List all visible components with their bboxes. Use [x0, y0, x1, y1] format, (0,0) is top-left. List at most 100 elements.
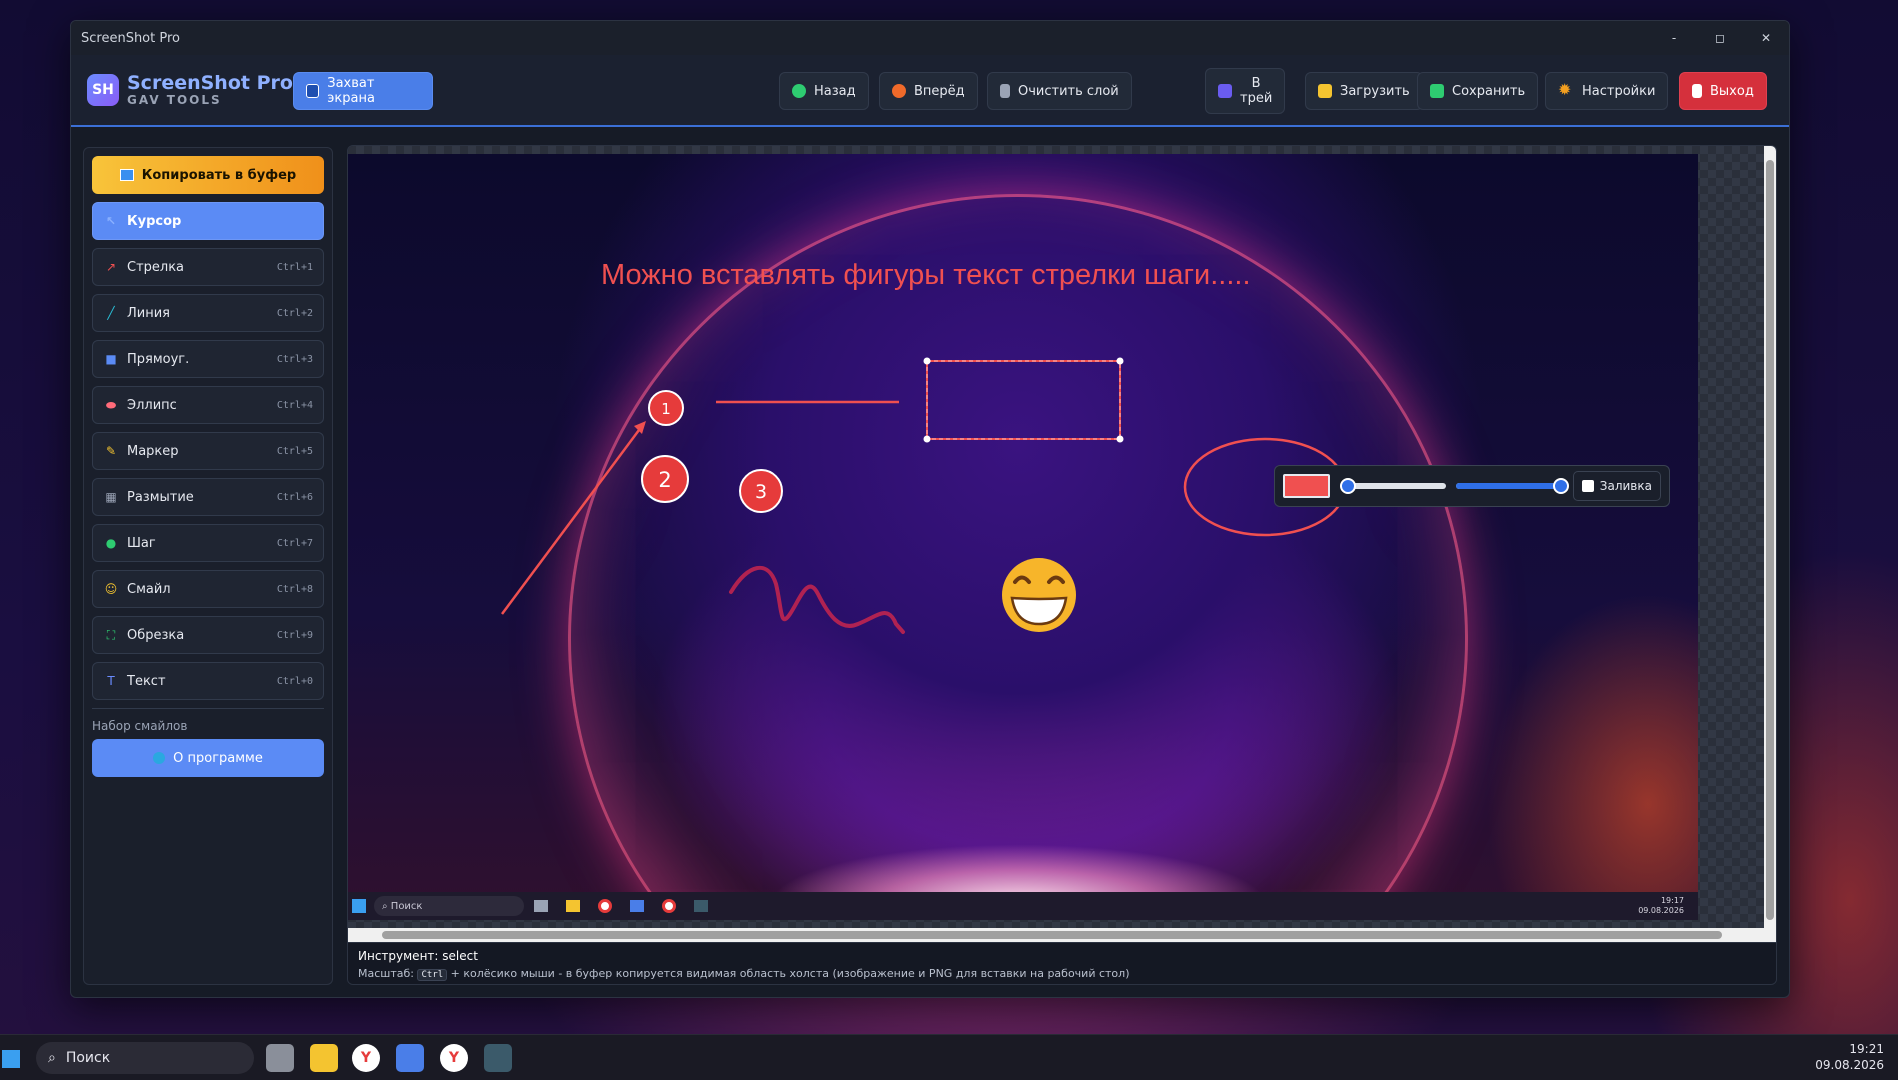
marker-stroke[interactable]	[729, 565, 905, 634]
exit-button[interactable]: Выход	[1679, 72, 1767, 110]
emoji-set-title: Набор смайлов	[92, 719, 188, 733]
annotation-rectangle[interactable]	[926, 360, 1121, 440]
capture-screen-button[interactable]: Захват экрана	[293, 72, 433, 110]
tool-label: Курсор	[127, 213, 182, 229]
fill-checkbox[interactable]: Заливка	[1572, 471, 1661, 501]
load-button[interactable]: Загрузить	[1305, 72, 1423, 110]
tray-icon	[1218, 84, 1232, 98]
copy-icon	[119, 169, 134, 181]
copy-label: Копировать в буфер	[141, 167, 297, 183]
tool-blur[interactable]: ▦ Размытие Ctrl+6	[92, 478, 324, 516]
tool-label: Эллипс	[127, 397, 177, 413]
tool-smile[interactable]: ☺ Смайл Ctrl+8	[92, 570, 324, 608]
color-swatch[interactable]	[1283, 474, 1330, 498]
forward-button[interactable]: Вперёд	[879, 72, 978, 110]
app-icon	[630, 900, 644, 912]
arrow-head	[634, 421, 646, 434]
tool-crop[interactable]: ⛶ Обрезка Ctrl+9	[92, 616, 324, 654]
tool-label: Маркер	[127, 443, 179, 459]
clear-label: Очистить слой	[1018, 83, 1119, 99]
file-explorer-icon[interactable]	[310, 1044, 338, 1072]
step-icon: ●	[105, 536, 117, 550]
canvas-area[interactable]: Можно вставлять фигуры текст стрелки шаг…	[347, 145, 1777, 985]
screenshot-image[interactable]: Можно вставлять фигуры текст стрелки шаг…	[348, 154, 1698, 920]
checkbox-box[interactable]	[1581, 480, 1594, 492]
vertical-scrollbar[interactable]	[1764, 146, 1776, 946]
annotation-layer[interactable]: Можно вставлять фигуры текст стрелки шаг…	[348, 154, 1698, 920]
tool-line[interactable]: ╱ Линия Ctrl+2	[92, 294, 324, 332]
screen-icon	[306, 84, 320, 98]
tool-shortcut: Ctrl+2	[276, 307, 313, 319]
tool-label: Шаг	[127, 535, 156, 551]
blur-icon: ▦	[105, 490, 117, 504]
annotation-arrow[interactable]	[500, 425, 644, 615]
ctrl-key: Ctrl	[417, 969, 448, 981]
start-icon[interactable]	[2, 1050, 20, 1068]
browser-icon	[598, 899, 612, 913]
grinning-face-emoji[interactable]	[1002, 558, 1076, 632]
taskbar-search[interactable]: ⌕ Поиск	[36, 1042, 254, 1074]
selection-outline	[926, 360, 1121, 440]
crop-icon: ⛶	[106, 627, 116, 642]
gear-icon: ✹	[1558, 80, 1572, 99]
maximize-button[interactable]: ◻	[1697, 21, 1743, 55]
tool-ellipse[interactable]: ⬬ Эллипс Ctrl+4	[92, 386, 324, 424]
tool-label: Размытие	[127, 489, 194, 505]
resize-handle[interactable]	[923, 357, 931, 365]
captured-clock: 19:17 09.08.2026	[1638, 896, 1684, 915]
back-button[interactable]: Назад	[779, 72, 869, 110]
undo-icon	[792, 84, 806, 98]
tool-arrow[interactable]: ↗ Стрелка Ctrl+1	[92, 248, 324, 286]
logo-badge: SH	[87, 74, 119, 106]
close-button[interactable]: ✕	[1743, 21, 1789, 55]
copy-to-clipboard-button[interactable]: Копировать в буфер	[92, 156, 324, 194]
window-title: ScreenShot Pro	[81, 30, 180, 46]
tool-shortcut: Ctrl+9	[276, 629, 313, 641]
settings-button[interactable]: ✹ Настройки	[1545, 72, 1669, 110]
horizontal-scrollbar[interactable]	[348, 928, 1766, 942]
tool-text[interactable]: T Текст Ctrl+0	[92, 662, 324, 700]
captured-taskbar: ⌕ Поиск 19:17 09.08.2026	[348, 892, 1698, 920]
tool-cursor[interactable]: ↖ Курсор	[92, 202, 324, 240]
tool-shortcut: Ctrl+1	[276, 261, 313, 273]
system-clock[interactable]: 19:21 09.08.2026	[1815, 1041, 1884, 1073]
clear-layer-button[interactable]: Очистить слой	[987, 72, 1132, 110]
minimize-button[interactable]: -	[1651, 21, 1697, 55]
shape-properties-panel: Заливка	[1274, 465, 1670, 507]
about-button[interactable]: О программе	[92, 739, 324, 777]
save-button[interactable]: Сохранить	[1417, 72, 1539, 110]
annotation-text[interactable]: Можно вставлять фигуры текст стрелки шаг…	[601, 259, 1251, 291]
tool-rectangle[interactable]: ■ Прямоуг. Ctrl+3	[92, 340, 324, 378]
load-label: Загрузить	[1340, 83, 1410, 99]
tool-shortcut: Ctrl+5	[276, 445, 313, 457]
line-icon: ╱	[107, 306, 115, 320]
logo-subtitle: GAV TOOLS	[127, 93, 222, 107]
tool-step[interactable]: ● Шаг Ctrl+7	[92, 524, 324, 562]
step-badge[interactable]: 3	[739, 469, 783, 513]
size-slider[interactable]	[1339, 478, 1447, 494]
captured-search: ⌕ Поиск	[374, 896, 524, 916]
resize-handle[interactable]	[923, 435, 931, 443]
tray-label: Втрей	[1240, 76, 1273, 106]
resize-handle[interactable]	[1116, 357, 1124, 365]
system-taskbar: ⌕ Поиск Y Y 19:21 09.08.2026	[0, 1034, 1898, 1080]
to-tray-button[interactable]: Втрей	[1205, 68, 1286, 114]
status-bar: Инструмент: select Масштаб: Ctrl + колёс…	[348, 942, 1776, 984]
folder-icon	[1318, 84, 1332, 98]
info-icon	[153, 752, 166, 764]
cursor-icon: ↖	[105, 214, 117, 228]
yandex-browser-icon[interactable]: Y	[352, 1044, 380, 1072]
resize-handle[interactable]	[1116, 435, 1124, 443]
exit-icon	[1692, 84, 1702, 98]
step-badge[interactable]: 1	[648, 390, 684, 426]
tool-marker[interactable]: ✎ Маркер Ctrl+5	[92, 432, 324, 470]
app-window: ScreenShot Pro - ◻ ✕ SH ScreenShot Pro G…	[70, 20, 1790, 998]
screenshot-app-icon[interactable]	[484, 1044, 512, 1072]
opacity-slider[interactable]	[1456, 478, 1569, 494]
browser-icon	[662, 899, 676, 913]
yandex-browser-icon[interactable]: Y	[440, 1044, 468, 1072]
about-label: О программе	[173, 750, 263, 766]
task-view-icon[interactable]	[266, 1044, 294, 1072]
app-icon[interactable]	[396, 1044, 424, 1072]
step-badge[interactable]: 2	[641, 455, 689, 503]
